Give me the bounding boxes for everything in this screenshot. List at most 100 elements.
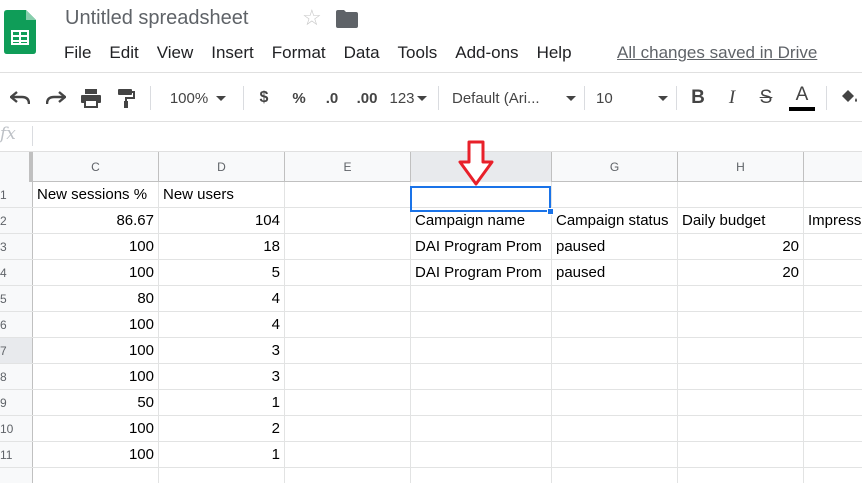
row-header[interactable]: 11: [0, 442, 33, 467]
row-header[interactable]: 6: [0, 312, 33, 337]
menu-help[interactable]: Help: [528, 42, 581, 64]
font-family-select[interactable]: Default (Ari...: [452, 73, 576, 123]
text-color-button[interactable]: A: [788, 73, 816, 123]
cell-g[interactable]: [552, 312, 678, 337]
row-header[interactable]: 10: [0, 416, 33, 441]
column-header-g[interactable]: G: [552, 152, 678, 182]
cell-e[interactable]: [285, 364, 411, 389]
cell-g[interactable]: paused: [552, 234, 678, 259]
cell-g[interactable]: [552, 338, 678, 363]
cell-i[interactable]: [804, 182, 862, 207]
row-header[interactable]: 1: [0, 182, 33, 207]
cell-h[interactable]: 20: [678, 260, 804, 285]
cell-d[interactable]: 5: [159, 260, 285, 285]
print-icon[interactable]: [77, 73, 105, 123]
cell-e[interactable]: [285, 416, 411, 441]
row-header[interactable]: [0, 468, 33, 483]
cell-c[interactable]: 100: [33, 416, 159, 441]
row-header[interactable]: 2: [0, 208, 33, 233]
row-header[interactable]: 5: [0, 286, 33, 311]
cell-c[interactable]: 100: [33, 442, 159, 467]
cell-d[interactable]: New users: [159, 182, 285, 207]
document-title[interactable]: Untitled spreadsheet: [65, 7, 248, 30]
cell-g[interactable]: [552, 442, 678, 467]
zoom-select[interactable]: 100%: [160, 73, 236, 123]
cell-d[interactable]: 1: [159, 390, 285, 415]
cell-e[interactable]: [285, 338, 411, 363]
cell-e[interactable]: [285, 390, 411, 415]
cell-f[interactable]: [411, 442, 552, 467]
strikethrough-button[interactable]: S: [754, 73, 778, 123]
cell-i[interactable]: [804, 286, 862, 311]
menu-insert[interactable]: Insert: [202, 42, 263, 64]
cell-h[interactable]: [678, 182, 804, 207]
cell-i[interactable]: [804, 416, 862, 441]
percent-format-button[interactable]: %: [288, 73, 310, 123]
menu-edit[interactable]: Edit: [100, 42, 147, 64]
cell-h[interactable]: [678, 364, 804, 389]
cell-e[interactable]: [285, 312, 411, 337]
cell-h[interactable]: [678, 442, 804, 467]
cell-d[interactable]: 4: [159, 312, 285, 337]
cell-f[interactable]: [411, 364, 552, 389]
cell-g[interactable]: [552, 364, 678, 389]
cell-c[interactable]: 50: [33, 390, 159, 415]
cell-c[interactable]: [33, 468, 159, 483]
cell-f[interactable]: [411, 312, 552, 337]
star-icon[interactable]: ☆: [302, 6, 322, 30]
row-header[interactable]: 8: [0, 364, 33, 389]
cell-f[interactable]: [411, 338, 552, 363]
menu-view[interactable]: View: [148, 42, 203, 64]
cell-i[interactable]: [804, 260, 862, 285]
cell-f[interactable]: [411, 468, 552, 483]
sheets-logo-icon[interactable]: [4, 10, 36, 54]
cell-c[interactable]: 100: [33, 338, 159, 363]
redo-icon[interactable]: [42, 73, 70, 123]
row-header[interactable]: 4: [0, 260, 33, 285]
cell-g[interactable]: [552, 182, 678, 207]
cell-e[interactable]: [285, 286, 411, 311]
menu-file[interactable]: File: [55, 42, 100, 64]
cell-f[interactable]: [411, 390, 552, 415]
cell-h[interactable]: 20: [678, 234, 804, 259]
more-formats-select[interactable]: 123: [388, 73, 428, 123]
cell-h[interactable]: Daily budget: [678, 208, 804, 233]
font-size-select[interactable]: 10: [596, 73, 668, 123]
cell-i[interactable]: [804, 338, 862, 363]
fill-handle[interactable]: [547, 208, 554, 215]
save-status-link[interactable]: All changes saved in Drive: [617, 43, 817, 63]
cell-i[interactable]: Impress: [804, 208, 862, 233]
cell-g[interactable]: [552, 468, 678, 483]
column-header-h[interactable]: H: [678, 152, 804, 182]
cell-g[interactable]: paused: [552, 260, 678, 285]
column-header-c[interactable]: C: [33, 152, 159, 182]
cell-d[interactable]: 2: [159, 416, 285, 441]
cell-f[interactable]: DAI Program Prom: [411, 234, 552, 259]
cell-e[interactable]: [285, 234, 411, 259]
cell-c[interactable]: 80: [33, 286, 159, 311]
cell-e[interactable]: [285, 442, 411, 467]
cell-h[interactable]: [678, 390, 804, 415]
cell-c[interactable]: New sessions %: [33, 182, 159, 207]
selected-cell-outline[interactable]: [410, 186, 554, 215]
cell-i[interactable]: [804, 442, 862, 467]
undo-icon[interactable]: [6, 73, 34, 123]
increase-decimal-button[interactable]: .00: [352, 73, 382, 123]
cell-d[interactable]: 104: [159, 208, 285, 233]
cell-d[interactable]: 1: [159, 442, 285, 467]
row-header[interactable]: 3: [0, 234, 33, 259]
cell-f[interactable]: [411, 416, 552, 441]
cell-h[interactable]: [678, 416, 804, 441]
menu-format[interactable]: Format: [263, 42, 335, 64]
cell-d[interactable]: 4: [159, 286, 285, 311]
cell-e[interactable]: [285, 208, 411, 233]
cell-i[interactable]: [804, 364, 862, 389]
cell-g[interactable]: [552, 390, 678, 415]
cell-g[interactable]: [552, 416, 678, 441]
cell-c[interactable]: 100: [33, 364, 159, 389]
cell-d[interactable]: 18: [159, 234, 285, 259]
cell-h[interactable]: [678, 468, 804, 483]
column-header-i[interactable]: [804, 152, 862, 182]
cell-e[interactable]: [285, 468, 411, 483]
fill-color-icon[interactable]: [838, 73, 862, 123]
